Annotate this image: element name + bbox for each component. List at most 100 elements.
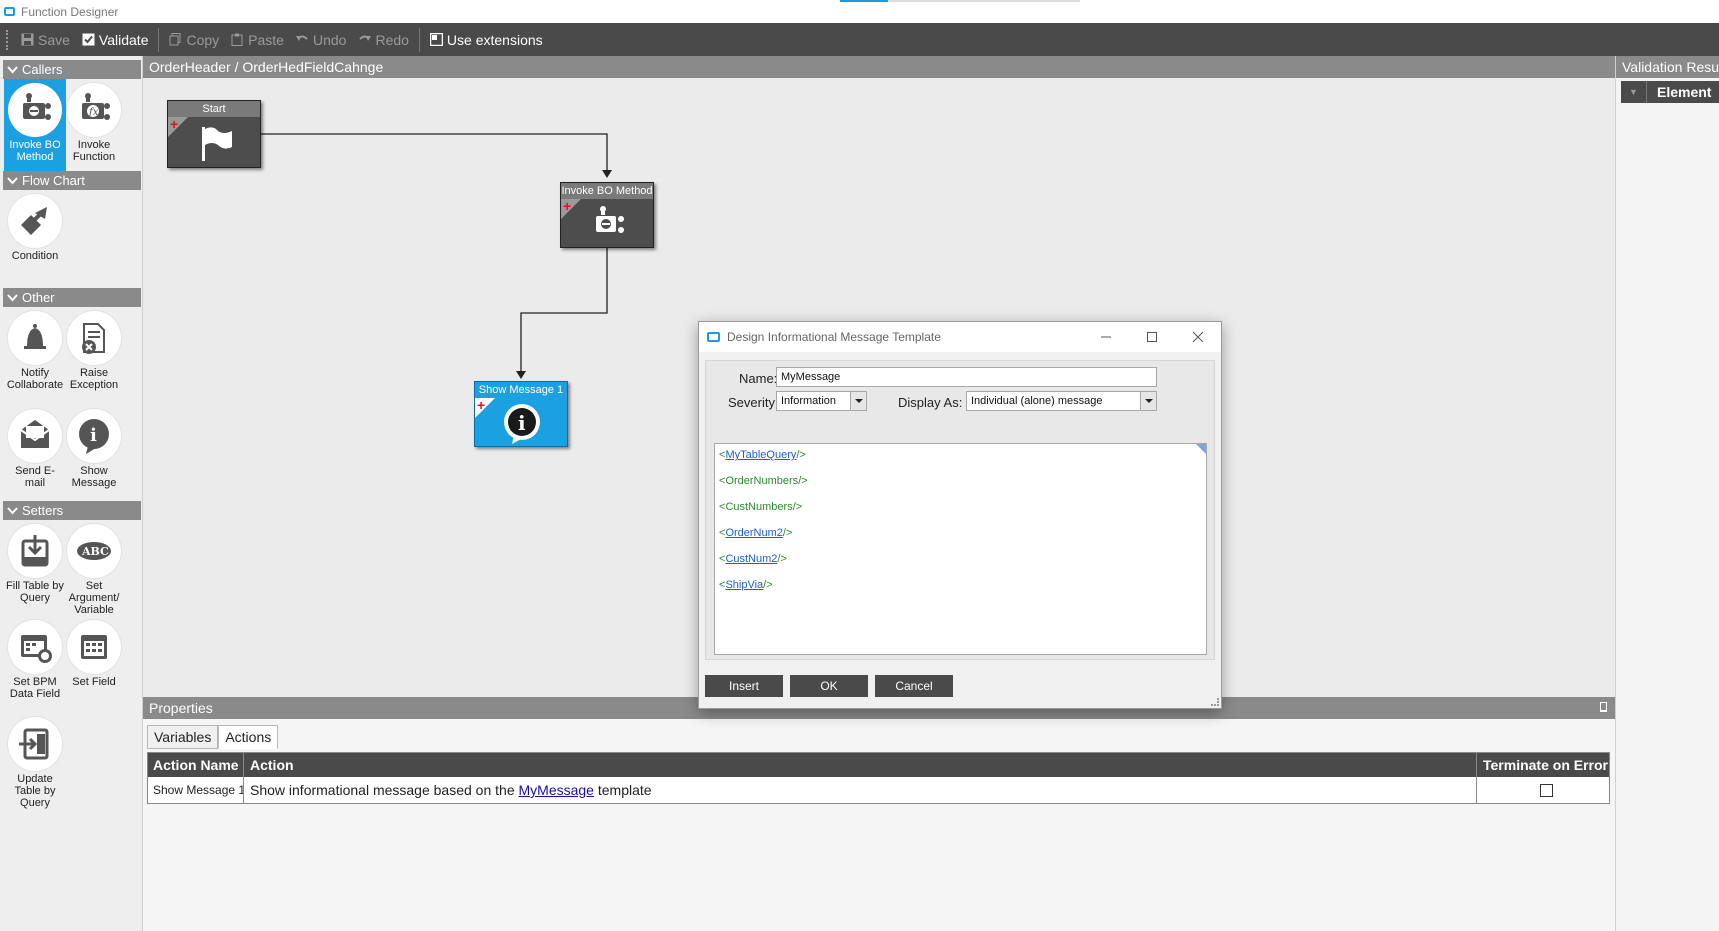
dialog-title: Design Informational Message Template [727,330,941,344]
toolbar-grip[interactable] [6,29,9,50]
tool-label: Fill Table by Query [6,580,64,604]
redo-button[interactable]: Redo [352,27,414,53]
info-bubble-icon: i [67,409,121,463]
tool-fill-table-by-query[interactable]: Fill Table by Query [4,520,66,620]
abc-icon: ABC [67,524,121,578]
paste-label: Paste [248,31,284,48]
save-icon [21,33,34,46]
template-editor[interactable]: <MyTableQuery/> <OrderNumbers/> <CustNumbe… [714,443,1207,655]
insert-button[interactable]: Insert [705,675,783,697]
chevron-down-icon[interactable]: ▼ [1621,81,1647,103]
action-text-suffix: template [593,782,652,798]
group-label: Callers [22,62,63,77]
calendar-icon [67,620,121,674]
tool-label: Notify Collaborate [6,367,64,391]
save-label: Save [38,31,70,48]
extensions-icon [429,33,443,46]
column-header-action-name[interactable]: Action Name [148,753,244,777]
redo-label: Redo [375,31,409,48]
group-header-callers[interactable]: Callers [3,60,141,79]
use-extensions-toggle[interactable]: Use extensions [424,27,549,53]
tool-label: Send E-mail [15,465,55,489]
template-field-link[interactable]: MyTableQuery [725,449,796,461]
group-header-other[interactable]: Other [3,288,141,307]
maximize-button[interactable] [1129,322,1175,352]
node-invoke-bo-method[interactable]: Invoke BO Method + [560,182,654,248]
tool-set-bpm-data-field[interactable]: Set BPM Data Field [4,616,66,716]
expand-plus-icon[interactable]: + [170,117,178,131]
cancel-button[interactable]: Cancel [875,675,953,697]
validate-button[interactable]: Validate [76,27,155,53]
paste-icon [231,33,243,46]
tool-raise-exception[interactable]: Raise Exception [63,307,125,407]
tool-send-email[interactable]: Send E-mail [4,405,66,505]
copy-icon [169,33,181,46]
title-bar: Function Designer [0,0,1719,23]
template-line[interactable]: <OrderNumbers/> [715,474,1206,500]
severity-value: Information [781,395,837,407]
template-link[interactable]: MyMessage [519,782,594,798]
properties-panel: Properties Variables Actions Action Name… [143,697,1615,931]
cell-terminate [1477,777,1609,803]
table-row[interactable]: Show Message 1 Show informational messag… [148,777,1609,803]
severity-label: Severity: [728,395,779,410]
chevron-down-icon[interactable] [850,392,866,410]
column-header-terminate[interactable]: Terminate on Error [1477,753,1609,777]
template-field-link[interactable]: OrderNum2 [725,527,782,539]
properties-title: Properties [149,700,213,716]
tool-update-table-by-query[interactable]: Update Table by Query [4,713,66,813]
tab-actions[interactable]: Actions [218,725,279,749]
invoke-bo-icon [596,206,624,233]
tool-show-message[interactable]: i Show Message [63,405,125,505]
tool-label: Raise Exception [69,367,119,391]
bpm-calendar-icon [8,620,62,674]
breadcrumb: OrderHeader / OrderHedFieldCahnge [143,56,1615,78]
severity-select[interactable]: Information [776,391,867,411]
validation-column-header[interactable]: ▼ Element [1621,81,1719,103]
actions-grid: Action Name Action Terminate on Error Sh… [147,752,1610,804]
template-field-link[interactable]: CustNum2 [725,553,777,565]
expand-plus-icon[interactable]: + [477,398,485,412]
tool-condition[interactable]: Condition [4,190,66,290]
template-line[interactable]: <CustNumbers/> [715,500,1206,526]
raise-exception-icon [67,311,121,365]
node-start[interactable]: Start + [167,100,261,168]
chevron-down-icon[interactable] [1140,392,1156,410]
tool-set-field[interactable]: Set Field [63,616,125,716]
column-header-action[interactable]: Action [244,753,1477,777]
template-line[interactable]: <ShipVia/> [715,578,1206,604]
group-header-setters[interactable]: Setters [3,501,141,520]
element-column-label: Element [1657,84,1712,100]
display-as-select[interactable]: Individual (alone) message [966,391,1157,411]
tool-invoke-function[interactable]: fx Invoke Function [63,79,125,179]
template-line[interactable]: <CustNum2/> [715,552,1206,578]
paste-button[interactable]: Paste [225,27,290,53]
copy-button[interactable]: Copy [163,27,225,53]
tool-label: Invoke BO Method [9,139,61,163]
copy-label: Copy [186,31,220,48]
pin-icon[interactable] [1600,702,1607,712]
tab-variables[interactable]: Variables [147,725,219,749]
undo-button[interactable]: Undo [290,27,352,53]
node-title: Start [168,101,260,117]
dialog-title-bar[interactable]: Design Informational Message Template [699,322,1221,352]
tool-invoke-bo-method[interactable]: Invoke BO Method [4,79,66,179]
terminate-checkbox[interactable] [1539,783,1553,797]
minimize-button[interactable] [1083,322,1129,352]
toolbar-separator [418,27,420,52]
ok-button[interactable]: OK [790,675,868,697]
template-field-link[interactable]: ShipVia [725,579,763,591]
tool-set-argument-variable[interactable]: ABC Set Argument/ Variable [63,520,125,620]
tag-close: /> [763,579,773,591]
template-line[interactable]: <OrderNum2/> [715,526,1206,552]
save-button[interactable]: Save [15,27,76,53]
node-show-message-1[interactable]: Show Message 1 + i [474,381,568,447]
tool-notify-collaborate[interactable]: Notify Collaborate [4,307,66,407]
name-input[interactable]: MyMessage [776,367,1157,387]
template-line[interactable]: <MyTableQuery/> [715,448,1206,474]
expand-plus-icon[interactable]: + [563,199,571,213]
template-field: OrderNumbers [725,475,799,487]
close-button[interactable] [1175,322,1221,352]
resize-grip[interactable] [1211,698,1219,706]
group-header-flowchart[interactable]: Flow Chart [3,171,141,190]
